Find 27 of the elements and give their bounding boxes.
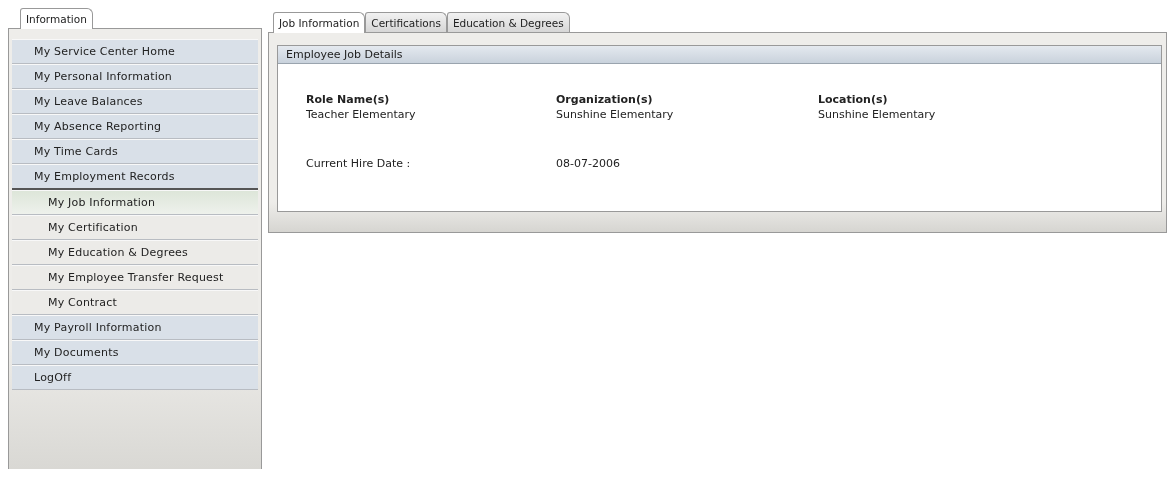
field-value: Teacher Elementary [306,107,417,122]
column-heading: Role Name(s) [306,92,391,107]
sidebar-item[interactable]: My Absence Reporting [12,114,258,139]
field-value: Sunshine Elementary [556,107,675,122]
column-heading: Organization(s) [556,92,654,107]
tab[interactable]: Certifications [365,12,447,32]
sidebar-item[interactable]: My Leave Balances [12,89,258,114]
sidebar-item[interactable]: My Documents [12,340,258,365]
section-header: Employee Job Details [278,46,1161,64]
sidebar-item[interactable]: My Payroll Information [12,315,258,340]
sidebar-item[interactable]: My Job Information [12,190,258,215]
column-heading: Location(s) [818,92,889,107]
sidebar-item[interactable]: My Education & Degrees [12,240,258,265]
sidebar-item[interactable]: My Employee Transfer Request [12,265,258,290]
sidebar-item[interactable]: LogOff [12,365,258,390]
sidebar-item[interactable]: My Time Cards [12,139,258,164]
sidebar-item[interactable]: My Contract [12,290,258,315]
sidebar-tab[interactable]: Information [20,8,93,29]
field-value: 08-07-2006 [556,156,621,171]
tab[interactable]: Education & Degrees [446,12,570,32]
sidebar-item[interactable]: My Service Center Home [12,39,258,64]
field-value: Sunshine Elementary [818,107,937,122]
sidebar-item[interactable]: My Certification [12,215,258,240]
field-label: Current Hire Date : [306,156,412,171]
sidebar-item[interactable]: My Employment Records [12,164,258,190]
tab[interactable]: Job Information [273,12,366,33]
sidebar-item[interactable]: My Personal Information [12,64,258,89]
